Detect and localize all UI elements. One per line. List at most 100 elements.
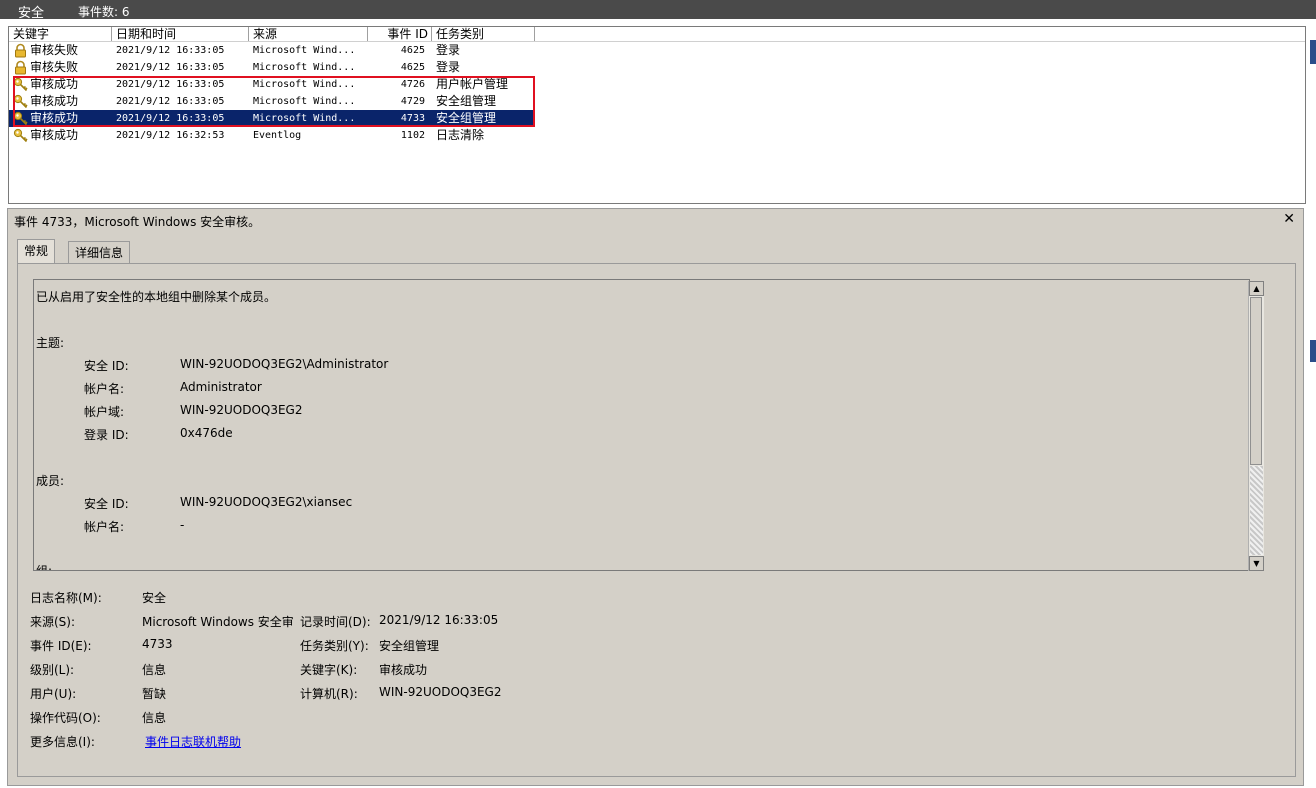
row-source: Microsoft Wind... <box>253 96 356 107</box>
detail-title: 事件 4733，Microsoft Windows 安全审核。 <box>14 215 261 229</box>
subject-value: WIN-92UODOQ3EG2 <box>180 403 303 417</box>
event-row[interactable]: 审核成功 2021/9/12 16:33:05 Microsoft Wind... 4… <box>9 110 535 127</box>
row-source: Eventlog <box>253 130 302 141</box>
row-event-id: 4733 <box>400 113 425 124</box>
row-task-category: 用户帐户管理 <box>436 77 509 91</box>
subject-label: 帐户域: <box>84 405 125 419</box>
prop-value: Microsoft Windows 安全审 <box>142 615 294 629</box>
member-label: 安全 ID: <box>84 497 129 511</box>
prop-value: 审核成功 <box>379 663 428 677</box>
row-keyword: 审核失败 <box>30 43 79 57</box>
row-source: Microsoft Wind... <box>253 45 356 56</box>
column-keyword[interactable]: 关键字 <box>9 27 112 41</box>
log-title-bar: 安全 事件数: 6 <box>0 0 1316 21</box>
event-list[interactable]: 关键字 日期和时间 来源 事件 ID 任务类别 审核失败 2021/9/12 16… <box>8 26 1306 204</box>
scroll-track[interactable] <box>1250 466 1263 555</box>
general-tab-panel: 已从启用了安全性的本地组中删除某个成员。 主题: 安全 ID: WIN-92UO… <box>17 263 1296 777</box>
prop-label: 级别(L): <box>30 663 75 677</box>
column-task-category[interactable]: 任务类别 <box>432 27 535 41</box>
key-icon <box>13 77 28 92</box>
row-task-category: 登录 <box>436 60 461 74</box>
row-event-id: 4625 <box>400 45 425 56</box>
row-event-id: 4625 <box>400 62 425 73</box>
subject-label: 帐户名: <box>84 382 125 396</box>
prop-label: 操作代码(O): <box>30 711 101 725</box>
row-datetime: 2021/9/12 16:33:05 <box>116 45 225 56</box>
column-datetime[interactable]: 日期和时间 <box>112 27 249 41</box>
member-label: 帐户名: <box>84 520 125 534</box>
subject-heading: 主题: <box>36 336 65 350</box>
tab-general[interactable]: 常规 <box>17 239 56 265</box>
prop-label: 事件 ID(E): <box>30 639 92 653</box>
row-task-category: 登录 <box>436 43 461 57</box>
subject-label: 安全 ID: <box>84 359 129 373</box>
row-task-category: 日志清除 <box>436 128 485 142</box>
member-heading: 成员: <box>36 474 65 488</box>
row-datetime: 2021/9/12 16:33:05 <box>116 113 225 124</box>
prop-value: 信息 <box>142 663 167 677</box>
event-row[interactable]: 审核成功 2021/9/12 16:32:53 Eventlog 1102 日志清除 <box>9 127 535 144</box>
close-icon[interactable]: ✕ <box>1283 211 1295 227</box>
prop-label: 日志名称(M): <box>30 591 102 605</box>
prop-label: 任务类别(Y): <box>300 639 369 653</box>
row-event-id: 4729 <box>400 96 425 107</box>
row-event-id: 1102 <box>400 130 425 141</box>
prop-value: WIN-92UODOQ3EG2 <box>379 685 502 699</box>
row-keyword: 审核失败 <box>30 60 79 74</box>
window-edge <box>1310 40 1316 64</box>
prop-label: 用户(U): <box>30 687 77 701</box>
row-keyword: 审核成功 <box>30 128 79 142</box>
scroll-up-icon[interactable]: ▲ <box>1249 281 1264 296</box>
row-datetime: 2021/9/12 16:33:05 <box>116 79 225 90</box>
event-row[interactable]: 审核成功 2021/9/12 16:33:05 Microsoft Wind... 4… <box>9 76 535 93</box>
key-icon <box>13 94 28 109</box>
prop-label: 来源(S): <box>30 615 76 629</box>
key-icon <box>13 128 28 143</box>
row-keyword: 审核成功 <box>30 77 79 91</box>
event-row[interactable]: 审核成功 2021/9/12 16:33:05 Microsoft Wind... 4… <box>9 93 535 110</box>
row-task-category: 安全组管理 <box>436 94 497 108</box>
row-keyword: 审核成功 <box>30 111 79 125</box>
row-source: Microsoft Wind... <box>253 79 356 90</box>
prop-value: 4733 <box>142 637 173 651</box>
row-datetime: 2021/9/12 16:32:53 <box>116 130 225 141</box>
subject-value: WIN-92UODOQ3EG2\Administrator <box>180 357 389 371</box>
online-help-link[interactable]: 事件日志联机帮助 <box>145 733 241 750</box>
row-event-id: 4726 <box>400 79 425 90</box>
row-source: Microsoft Wind... <box>253 113 356 124</box>
prop-label: 更多信息(I): <box>30 735 95 749</box>
event-message-box[interactable]: 已从启用了安全性的本地组中删除某个成员。 主题: 安全 ID: WIN-92UO… <box>33 279 1250 571</box>
group-heading: 组: <box>36 564 53 571</box>
column-header-row: 关键字 日期和时间 来源 事件 ID 任务类别 <box>9 27 1305 42</box>
scroll-down-icon[interactable]: ▼ <box>1249 556 1264 571</box>
prop-value: 信息 <box>142 711 167 725</box>
scroll-thumb[interactable] <box>1250 297 1262 465</box>
message-summary: 已从启用了安全性的本地组中删除某个成员。 <box>36 290 277 304</box>
subject-value: Administrator <box>180 380 262 394</box>
event-count: 事件数: 6 <box>78 5 130 19</box>
prop-label: 记录时间(D): <box>300 615 371 629</box>
column-source[interactable]: 来源 <box>249 27 368 41</box>
member-value: - <box>180 518 185 532</box>
member-value: WIN-92UODOQ3EG2\xiansec <box>180 495 353 509</box>
row-task-category: 安全组管理 <box>436 111 497 125</box>
prop-value: 安全 <box>142 591 167 605</box>
prop-label: 关键字(K): <box>300 663 358 677</box>
prop-value: 安全组管理 <box>379 639 440 653</box>
row-datetime: 2021/9/12 16:33:05 <box>116 96 225 107</box>
row-source: Microsoft Wind... <box>253 62 356 73</box>
log-name: 安全 <box>18 6 45 21</box>
row-datetime: 2021/9/12 16:33:05 <box>116 62 225 73</box>
event-row[interactable]: 审核失败 2021/9/12 16:33:05 Microsoft Wind... 4… <box>9 42 535 59</box>
prop-value: 2021/9/12 16:33:05 <box>379 613 499 627</box>
lock-icon <box>13 60 28 75</box>
column-event-id[interactable]: 事件 ID <box>368 27 432 41</box>
lock-icon <box>13 43 28 58</box>
event-detail-pane: 事件 4733，Microsoft Windows 安全审核。 ✕ 常规 详细信… <box>7 208 1304 786</box>
message-scrollbar[interactable]: ▲ ▼ <box>1248 281 1264 571</box>
tab-details[interactable]: 详细信息 <box>68 241 131 264</box>
row-keyword: 审核成功 <box>30 94 79 108</box>
prop-value: 暂缺 <box>142 687 167 701</box>
prop-label: 计算机(R): <box>300 687 358 701</box>
event-row[interactable]: 审核失败 2021/9/12 16:33:05 Microsoft Wind... 4… <box>9 59 535 76</box>
